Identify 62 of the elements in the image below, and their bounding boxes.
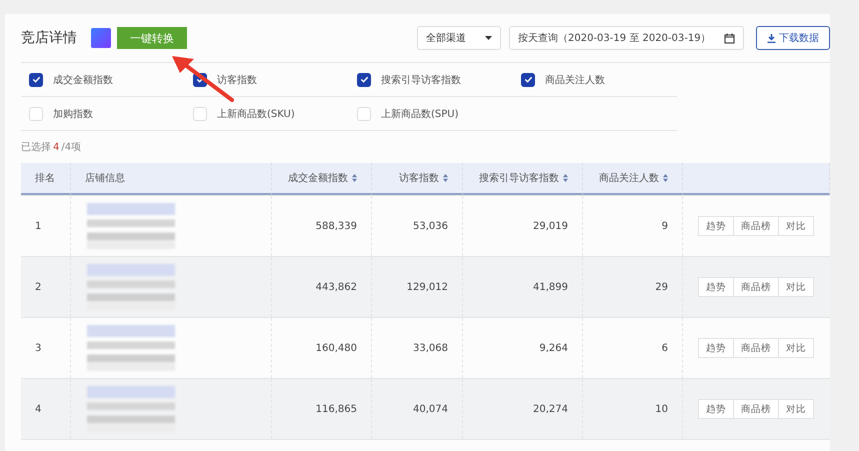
column-header[interactable]: 商品关注人数 <box>583 163 683 195</box>
rank-cell: 2 <box>21 257 71 317</box>
checkbox[interactable] <box>521 72 535 86</box>
action-button[interactable]: 商品榜 <box>733 277 779 297</box>
download-icon <box>767 34 776 42</box>
column-header[interactable]: 成交金额指数 <box>272 163 372 195</box>
table-cell: 116,865 <box>272 379 372 439</box>
table-cell: 10 <box>583 379 683 439</box>
action-button[interactable]: 趋势 <box>698 338 734 358</box>
table-cell: 443,862 <box>272 257 372 317</box>
table-cell: 53,036 <box>372 196 463 256</box>
action-button[interactable]: 对比 <box>778 399 814 419</box>
download-button[interactable]: 下载数据 <box>756 26 830 50</box>
table-cell: 9,264 <box>463 318 583 378</box>
metric-checkbox[interactable]: 访客指数 <box>185 63 349 97</box>
action-button[interactable]: 商品榜 <box>733 399 779 419</box>
table-cell: 41,899 <box>463 257 583 317</box>
table-cell: 20,274 <box>463 379 583 439</box>
metric-checkbox[interactable]: 商品关注人数 <box>513 63 677 97</box>
table-cell: 129,012 <box>372 257 463 317</box>
metric-checkbox[interactable]: 上新商品数(SPU) <box>349 97 513 131</box>
column-header[interactable]: 访客指数 <box>372 163 463 195</box>
date-range-field[interactable]: 按天查询（2020-03-19 至 2020-03-19） <box>509 26 744 50</box>
table-cell: 588,339 <box>272 196 372 256</box>
table-cell: 40,074 <box>372 379 463 439</box>
metric-checkbox[interactable]: 上新商品数(SKU) <box>185 97 349 131</box>
caret-icon <box>485 36 492 40</box>
page-title: 竞店详情 <box>21 29 77 47</box>
action-button[interactable]: 商品榜 <box>733 216 779 236</box>
channel-select[interactable]: 全部渠道 <box>417 26 501 50</box>
action-button[interactable]: 对比 <box>778 277 814 297</box>
action-button[interactable]: 趋势 <box>698 399 734 419</box>
sort-icon <box>663 174 668 182</box>
sort-icon <box>443 174 448 182</box>
checkmark-icon <box>360 75 368 84</box>
selection-count: 已选择 4 /4项 <box>21 140 82 155</box>
rank-cell: 4 <box>21 379 71 439</box>
table-cell: 33,068 <box>372 318 463 378</box>
rank-cell: 1 <box>21 196 71 256</box>
metric-checkbox[interactable]: 搜索引导访客指数 <box>349 63 513 97</box>
action-button[interactable]: 对比 <box>778 338 814 358</box>
calendar-icon <box>724 32 735 44</box>
table-cell: 29,019 <box>463 196 583 256</box>
metric-checkbox[interactable]: 加购指数 <box>21 97 185 131</box>
checkbox[interactable] <box>29 72 43 86</box>
sort-icon <box>352 174 357 182</box>
table-cell: 160,480 <box>272 318 372 378</box>
rank-cell: 3 <box>21 318 71 378</box>
action-button[interactable]: 趋势 <box>698 277 734 297</box>
table-cell: 9 <box>583 196 683 256</box>
checkmark-icon <box>524 75 532 84</box>
checkmark-icon <box>32 75 40 84</box>
column-header[interactable]: 搜索引导访客指数 <box>463 163 583 195</box>
action-button[interactable]: 对比 <box>778 216 814 236</box>
column-header: 店铺信息 <box>71 163 272 195</box>
action-button[interactable]: 商品榜 <box>733 338 779 358</box>
checkbox[interactable] <box>357 72 371 86</box>
column-header: 排名 <box>21 163 71 195</box>
action-button[interactable]: 趋势 <box>698 216 734 236</box>
table-cell: 6 <box>583 318 683 378</box>
sort-icon <box>563 174 568 182</box>
table-cell: 29 <box>583 257 683 317</box>
